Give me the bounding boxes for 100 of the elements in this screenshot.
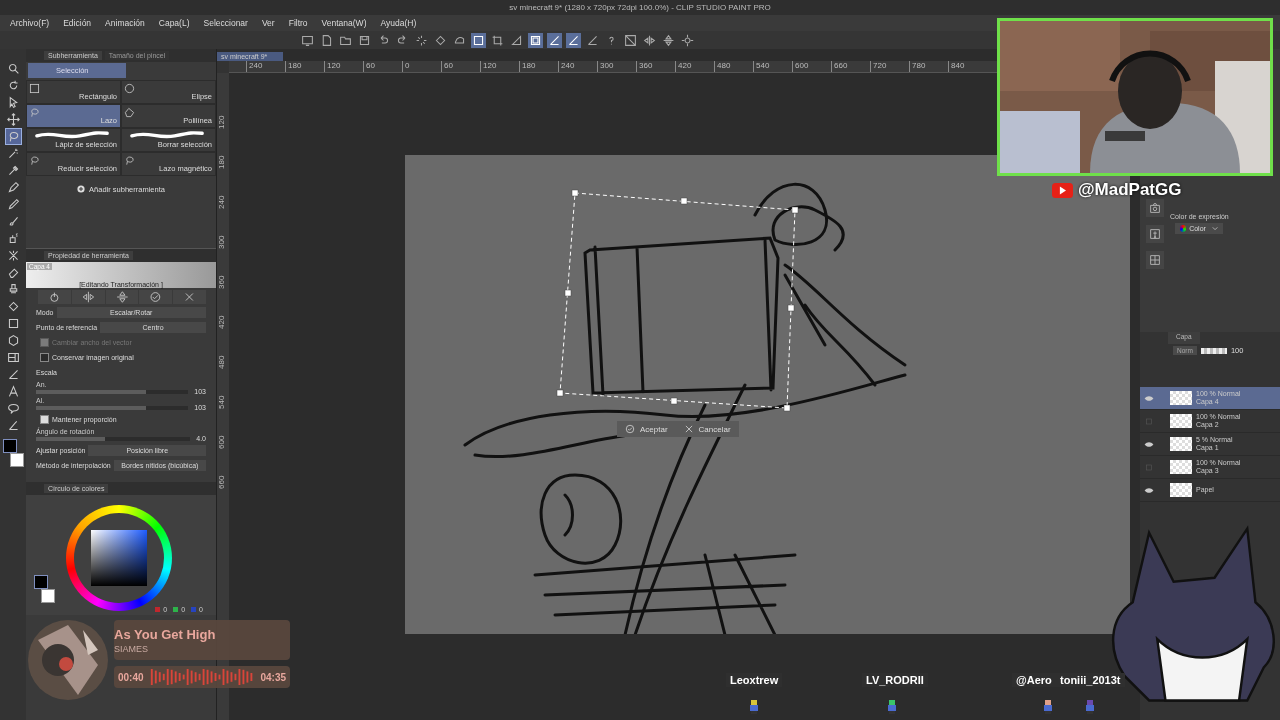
camera-icon[interactable]	[1146, 199, 1164, 217]
ruler-label: 120	[324, 61, 363, 72]
figure-icon[interactable]	[1146, 225, 1164, 243]
sprite-icon	[1085, 700, 1095, 714]
menu-item[interactable]: Seleccionar	[203, 18, 248, 28]
color-swatch[interactable]	[34, 575, 48, 589]
ruler-label: 240	[217, 194, 227, 209]
ruler-label: 840	[948, 61, 987, 72]
ruler-label: 720	[870, 61, 909, 72]
ruler-label: 120	[217, 114, 227, 129]
eye-icon[interactable]	[1144, 394, 1154, 402]
menu-item[interactable]: Capa(L)	[158, 18, 190, 28]
track-artist: SIAMES	[114, 643, 149, 654]
elapsed-time: 00:40	[118, 671, 144, 683]
color-swatch[interactable]	[41, 589, 55, 603]
ruler-label: 420	[675, 61, 714, 72]
ruler-label: 660	[831, 61, 870, 72]
move-icon[interactable]	[5, 112, 21, 127]
slider-fill[interactable]	[36, 436, 106, 441]
flip-icon[interactable]	[71, 290, 105, 304]
close-icon	[683, 424, 694, 434]
grid-icon[interactable]	[1146, 251, 1164, 269]
selection-icon[interactable]	[471, 32, 486, 48]
color-square[interactable]	[91, 530, 147, 586]
eye-icon[interactable]	[1144, 486, 1154, 494]
sprite-icon	[1043, 700, 1053, 714]
ruler-label: 660	[217, 474, 227, 489]
eye-icon[interactable]	[1144, 440, 1154, 448]
sprite-icon	[749, 700, 759, 714]
fit-icon[interactable]	[623, 32, 638, 48]
window-title: sv minecraft 9* (1280 x 720px 72dpi 100.0%) - CLIP STUDIO PAINT PRO	[509, 3, 771, 12]
ruler-label: 180	[285, 61, 324, 72]
layer-thumbnail	[1170, 437, 1192, 451]
caret-icon	[1211, 226, 1218, 231]
ruler-label: 240	[558, 61, 597, 72]
ruler-label: 180	[217, 154, 227, 169]
lasso-icon	[29, 107, 40, 118]
checkbox[interactable]	[40, 353, 49, 362]
menu-item[interactable]: Archivo(F)	[10, 18, 50, 28]
sprite-icon	[887, 700, 897, 714]
selection-frame[interactable]	[556, 189, 799, 412]
lasso-icon	[29, 155, 40, 166]
ruler-icon[interactable]	[566, 32, 581, 48]
accept-button[interactable]: Aceptar	[617, 421, 676, 437]
menu-item[interactable]: Ver	[261, 18, 275, 28]
ruler-label: 600	[792, 61, 831, 72]
border-icon[interactable]	[528, 32, 543, 48]
close-icon[interactable]	[173, 290, 206, 304]
checkbox[interactable]	[40, 415, 49, 424]
ruler-label: 360	[217, 274, 227, 289]
ruler-label: 120	[480, 61, 519, 72]
track-title: As You Get High	[114, 626, 217, 642]
ruler-label: 480	[217, 354, 227, 369]
ruler-label: 420	[217, 314, 227, 329]
total-time: 04:35	[260, 671, 286, 683]
ruler-label: 300	[217, 234, 227, 249]
layer-thumbnail	[1170, 391, 1192, 405]
ruler-label: 240	[246, 61, 285, 72]
confirm-icon[interactable]	[139, 290, 173, 304]
plus-icon[interactable]	[77, 185, 86, 193]
layer-thumbnail	[1170, 483, 1192, 497]
channel-handle: @MadPatGG	[1078, 180, 1182, 200]
ruler-label: 780	[909, 61, 948, 72]
menu-item[interactable]: Animación	[105, 18, 145, 28]
slider-fill[interactable]	[36, 389, 146, 394]
ruler-label: 60	[363, 61, 402, 72]
ellipse-icon	[124, 83, 135, 94]
color-swatch[interactable]	[10, 453, 24, 467]
ruler-label: 600	[217, 434, 227, 449]
rectangle-icon	[29, 83, 40, 94]
gear-icon[interactable]	[680, 32, 695, 48]
menu-item[interactable]: Edición	[63, 18, 92, 28]
check-icon	[625, 424, 635, 434]
flip-vertical-icon[interactable]	[105, 290, 139, 304]
pencil-icon[interactable]	[5, 197, 21, 212]
cancel-button[interactable]: Cancelar	[675, 421, 739, 437]
color-swatch[interactable]	[3, 439, 17, 453]
ruler-label: 300	[597, 61, 636, 72]
ruler-label: 540	[217, 394, 227, 409]
slider-fill[interactable]	[36, 405, 146, 410]
ruler-label: 360	[636, 61, 675, 72]
layer-thumbnail	[1170, 460, 1192, 474]
layer-thumbnail	[1170, 414, 1192, 428]
polyline-icon	[124, 107, 135, 118]
menu-item[interactable]: Ventana(W)	[321, 18, 367, 28]
opacity-bar[interactable]	[1200, 347, 1227, 354]
ruler-label: 0	[402, 61, 441, 72]
ruler-icon[interactable]	[547, 32, 562, 48]
ruler-label: 540	[753, 61, 792, 72]
flip-vertical-icon[interactable]	[661, 32, 676, 48]
ruler-label: 480	[714, 61, 753, 72]
pen-icon[interactable]	[5, 180, 21, 195]
menu-item[interactable]: Filtro	[288, 18, 308, 28]
reset-icon[interactable]	[38, 290, 71, 304]
ruler-label: 60	[441, 61, 480, 72]
balloon-icon[interactable]	[5, 401, 21, 416]
ruler-label: 180	[519, 61, 558, 72]
menu-item[interactable]: Ayuda(H)	[380, 18, 417, 28]
lasso-icon	[124, 155, 135, 166]
frame-icon[interactable]	[5, 350, 21, 365]
